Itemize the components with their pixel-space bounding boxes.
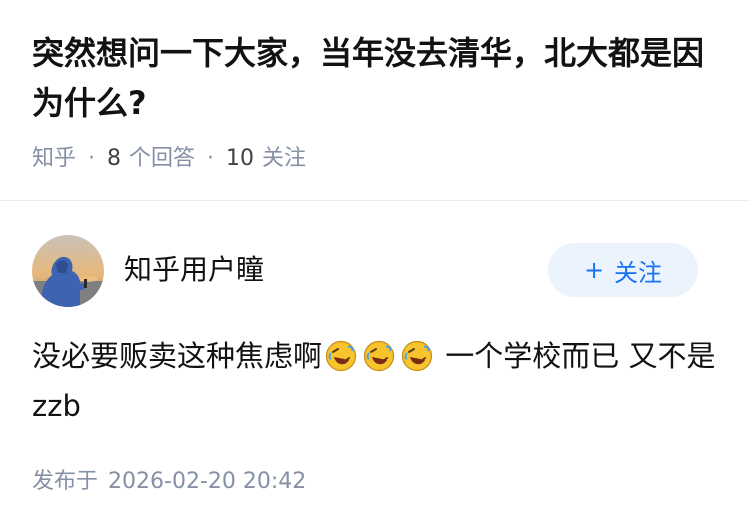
publish-info: 发布于 2026-02-20 20:42 — [32, 466, 306, 498]
rofl-emoji-icon — [325, 340, 357, 372]
source-label: 知乎 — [32, 146, 77, 171]
question-header: 突然想问一下大家，当年没去清华，北大都是因为什么? 知乎 · 8 个回答 · 1… — [0, 0, 750, 200]
follow-button-label: 关注 — [614, 258, 663, 287]
author-name[interactable]: 知乎用户瞳 — [124, 251, 264, 289]
answer-card: 知乎用户瞳 + 关注 没必要贩卖这种焦虑啊 一个学校而已 又不是zzb 发布于 … — [0, 201, 750, 532]
answer-count: 8 — [107, 146, 122, 171]
plus-icon: + — [583, 256, 605, 284]
follow-button[interactable]: + 关注 — [548, 243, 698, 297]
question-meta: 知乎 · 8 个回答 · 10 关注 — [32, 143, 306, 175]
content-text: 没必要贩卖这种焦虑啊 — [32, 339, 323, 373]
avatar-image — [32, 235, 104, 307]
meta-separator: · — [207, 146, 215, 171]
publish-label: 发布于 — [32, 469, 99, 494]
avatar[interactable] — [32, 235, 104, 307]
rofl-emoji-icon — [363, 340, 395, 372]
publish-time: 2026-02-20 20:42 — [108, 469, 307, 494]
follower-count: 10 — [226, 146, 255, 171]
follower-count-label: 关注 — [262, 146, 307, 171]
meta-separator: · — [88, 146, 96, 171]
question-title[interactable]: 突然想问一下大家，当年没去清华，北大都是因为什么? — [32, 28, 718, 128]
answer-content[interactable]: 没必要贩卖这种焦虑啊 一个学校而已 又不是zzb — [32, 331, 722, 431]
answer-count-label[interactable]: 个回答 — [129, 143, 195, 175]
rofl-emoji-icon — [401, 340, 433, 372]
